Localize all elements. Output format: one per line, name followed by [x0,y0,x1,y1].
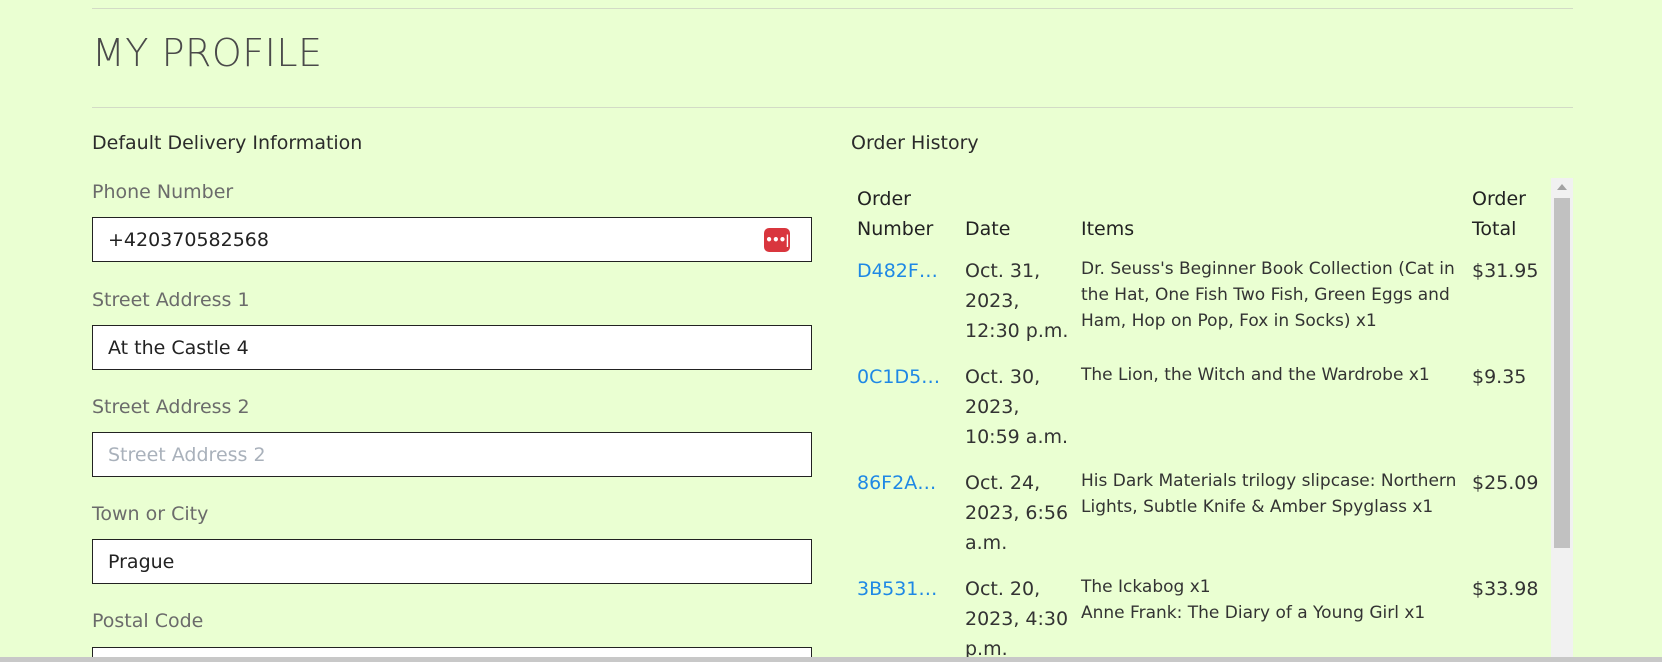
order-history-scrollbar[interactable] [1551,178,1573,662]
order-items: His Dark Materials trilogy slipcase: Nor… [1075,464,1466,570]
scroll-up-arrow-icon[interactable] [1557,184,1567,190]
town-label: Town or City [92,503,209,525]
order-item: His Dark Materials trilogy slipcase: Nor… [1081,471,1457,517]
profile-page: MY PROFILE Default Delivery Information … [0,0,1662,662]
street2-label: Street Address 2 [92,396,250,418]
column-header-order-number: Order Number [857,188,934,240]
street2-field[interactable]: Street Address 2 [92,432,812,477]
order-item: The Ickabog x1 [1081,577,1211,597]
delivery-heading: Default Delivery Information [92,132,363,154]
order-items: The Lion, the Witch and the Wardrobe x1 [1075,358,1466,464]
top-divider [92,8,1573,9]
street1-value: At the Castle 4 [108,336,249,359]
column-header-order-total: Order Total [1472,188,1526,240]
street1-field[interactable]: At the Castle 4 [92,325,812,370]
street2-placeholder: Street Address 2 [108,443,266,466]
order-number-link[interactable]: 86F2A… [857,472,936,494]
table-row: 3B531… Oct. 20, 2023, 4:30 p.m. The Icka… [851,570,1551,662]
order-items: The Ickabog x1 Anne Frank: The Diary of … [1075,570,1466,662]
street1-label: Street Address 1 [92,289,250,311]
town-value: Prague [108,550,175,573]
scroll-thumb[interactable] [1554,198,1570,548]
order-total: $31.95 [1472,260,1539,282]
order-total: $25.09 [1472,472,1539,494]
order-history-scroll-area[interactable]: Order Number Date Items Order Total D482… [851,178,1573,662]
order-item: The Lion, the Witch and the Wardrobe x1 [1081,365,1430,385]
column-header-items: Items [1081,218,1135,240]
page-title: MY PROFILE [92,31,323,75]
order-date: Oct. 31, 2023, 12:30 p.m. [965,260,1069,342]
order-date: Oct. 30, 2023, 10:59 a.m. [965,366,1069,448]
order-history-table: Order Number Date Items Order Total D482… [851,178,1551,662]
order-items: Dr. Seuss's Beginner Book Collection (Ca… [1075,252,1466,358]
order-item: Dr. Seuss's Beginner Book Collection (Ca… [1081,259,1455,331]
window-bottom-scrollbar[interactable] [0,657,1662,662]
table-header-row: Order Number Date Items Order Total [851,178,1551,252]
order-total: $9.35 [1472,366,1527,388]
title-divider [92,107,1573,108]
order-history-heading: Order History [851,132,979,154]
order-number-link[interactable]: 0C1D5… [857,366,940,388]
phone-field[interactable]: +420370582568 •••| [92,217,812,262]
password-manager-icon[interactable]: •••| [764,228,790,252]
order-total: $33.98 [1472,578,1539,600]
order-number-link[interactable]: D482F… [857,260,938,282]
order-date: Oct. 20, 2023, 4:30 p.m. [965,578,1069,660]
table-row: 0C1D5… Oct. 30, 2023, 10:59 a.m. The Lio… [851,358,1551,464]
order-date: Oct. 24, 2023, 6:56 a.m. [965,472,1069,554]
table-row: 86F2A… Oct. 24, 2023, 6:56 a.m. His Dark… [851,464,1551,570]
table-row: D482F… Oct. 31, 2023, 12:30 p.m. Dr. Seu… [851,252,1551,358]
phone-value: +420370582568 [108,228,269,251]
column-header-date: Date [965,218,1011,240]
postal-label: Postal Code [92,610,204,632]
town-field[interactable]: Prague [92,539,812,584]
order-number-link[interactable]: 3B531… [857,578,937,600]
phone-label: Phone Number [92,181,234,203]
order-item: Anne Frank: The Diary of a Young Girl x1 [1081,603,1426,623]
